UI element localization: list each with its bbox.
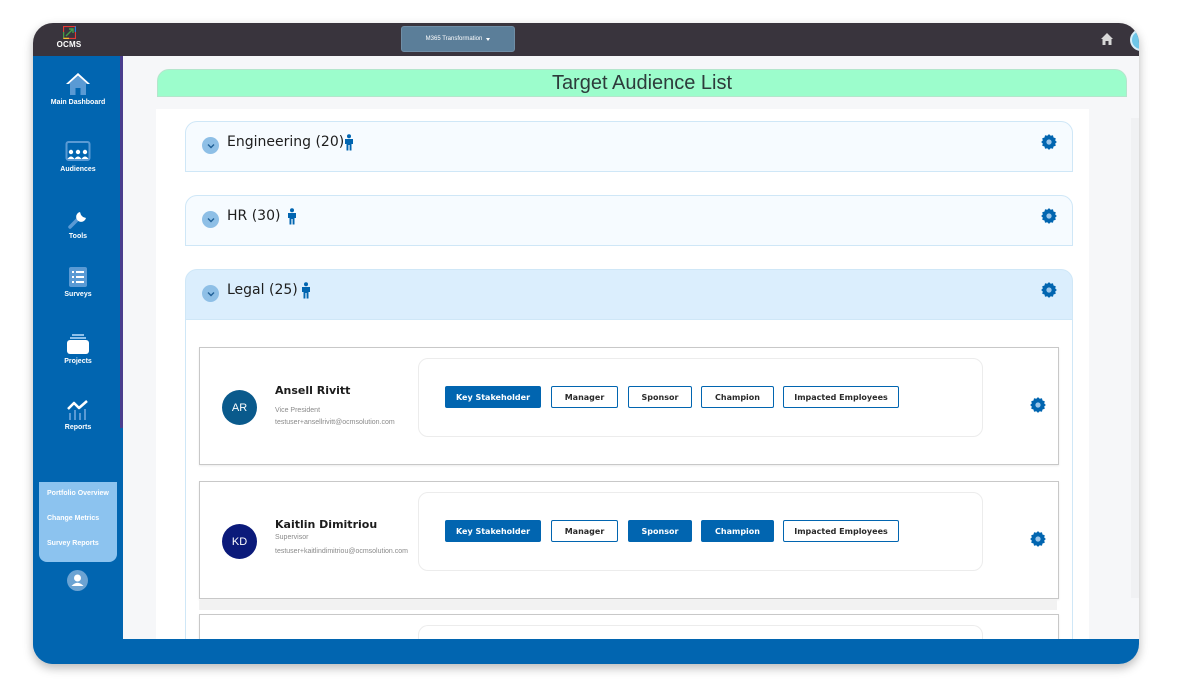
group-name: Engineering: [227, 134, 311, 150]
member-email: testuser+kaitlindimitriou@ocmsolution.co…: [275, 548, 408, 555]
member-card: KD Kaitlin Dimitriou Supervisor testuser…: [199, 481, 1059, 599]
member-role: Vice President: [275, 407, 321, 414]
tag-manager[interactable]: Manager: [551, 386, 618, 408]
logo-icon: [62, 26, 76, 39]
ocms-logo[interactable]: OCMS: [53, 26, 85, 54]
project-selector-label: M365 Transformation: [425, 36, 483, 42]
sidebar: Main Dashboard Audiences Tools Surveys P…: [33, 56, 123, 664]
member-card: AR Ansell Rivitt Vice President testuser…: [199, 347, 1059, 465]
home-icon: [66, 73, 90, 95]
gear-icon[interactable]: [1029, 530, 1047, 548]
member-name: Ansell Rivitt: [275, 384, 351, 397]
expand-toggle[interactable]: [202, 137, 219, 154]
group-count: (30): [251, 208, 281, 224]
sidebar-item-label: Tools: [68, 233, 88, 240]
tag-sponsor[interactable]: Sponsor: [628, 520, 692, 542]
member-avatar: AR: [222, 390, 257, 425]
sidebar-item-label: Main Dashboard: [50, 99, 106, 106]
audience-icon: [65, 141, 91, 161]
sidebar-item-projects[interactable]: Projects: [33, 333, 123, 365]
member-email: testuser+ansellrivitt@ocmsolution.com: [275, 419, 395, 426]
group-count: (25): [268, 282, 298, 298]
submenu-item-portfolio-overview[interactable]: Portfolio Overview: [47, 490, 109, 497]
project-selector[interactable]: M365 Transformation: [401, 26, 515, 52]
tag-impacted-employees[interactable]: Impacted Employees: [783, 386, 899, 408]
chart-icon: [67, 400, 88, 420]
audience-group-legal[interactable]: Legal (25): [185, 269, 1073, 320]
wrench-icon: [68, 212, 86, 229]
member-role: Supervisor: [275, 534, 309, 541]
tag-key-stakeholder[interactable]: Key Stakeholder: [445, 520, 541, 542]
tag-manager[interactable]: Manager: [551, 520, 618, 542]
page-title-bar: Target Audience List: [157, 69, 1127, 97]
caret-down-icon: [486, 37, 491, 41]
role-tags: Key Stakeholder Manager Sponsor Champion…: [418, 358, 983, 437]
sidebar-item-audiences[interactable]: Audiences: [33, 141, 123, 173]
reports-submenu: Portfolio Overview Change Metrics Survey…: [39, 482, 117, 562]
tag-sponsor[interactable]: Sponsor: [628, 386, 692, 408]
page-title: Target Audience List: [551, 72, 733, 94]
user-icon: [71, 574, 84, 586]
app-window: OCMS M365 Transformation Main Dashboard: [33, 23, 1139, 664]
expand-toggle[interactable]: [202, 285, 219, 302]
gear-icon[interactable]: [1029, 396, 1047, 414]
group-name: Legal: [227, 282, 265, 298]
sidebar-scrollbar[interactable]: [120, 56, 123, 428]
gear-icon[interactable]: [1040, 207, 1058, 225]
top-bar: OCMS M365 Transformation: [33, 23, 1139, 56]
audience-group-engineering[interactable]: Engineering (20): [185, 121, 1073, 172]
gear-icon[interactable]: [1040, 133, 1058, 151]
person-icon[interactable]: [300, 282, 312, 299]
user-avatar[interactable]: [1130, 29, 1139, 51]
logo-text: OCMS: [56, 40, 82, 49]
sidebar-item-label: Reports: [64, 424, 92, 431]
group-count: (20): [315, 134, 345, 150]
audience-group-hr[interactable]: HR (30): [185, 195, 1073, 246]
tag-key-stakeholder[interactable]: Key Stakeholder: [445, 386, 541, 408]
person-icon[interactable]: [286, 208, 298, 225]
home-icon[interactable]: [1099, 31, 1115, 47]
page-scrollbar[interactable]: [1131, 118, 1139, 598]
sidebar-item-label: Projects: [64, 358, 92, 365]
tag-impacted-employees[interactable]: Impacted Employees: [783, 520, 899, 542]
member-name: Kaitlin Dimitriou: [275, 518, 378, 531]
sidebar-item-reports[interactable]: Reports: [33, 399, 123, 431]
group-label: HR (30): [227, 208, 280, 224]
group-label: Legal (25): [227, 282, 298, 298]
survey-list-icon: [69, 267, 87, 287]
chevron-down-icon: [207, 143, 214, 148]
tag-champion[interactable]: Champion: [701, 386, 774, 408]
divider: [199, 600, 1057, 610]
chevron-down-icon: [207, 291, 214, 296]
expand-toggle[interactable]: [202, 211, 219, 228]
group-name: HR: [227, 208, 248, 224]
sidebar-item-main-dashboard[interactable]: Main Dashboard: [33, 72, 123, 106]
profile-button[interactable]: [67, 570, 88, 591]
sidebar-item-label: Surveys: [64, 291, 92, 298]
submenu-item-change-metrics[interactable]: Change Metrics: [47, 515, 99, 522]
sidebar-item-tools[interactable]: Tools: [33, 208, 123, 240]
chevron-down-icon: [207, 217, 214, 222]
person-icon[interactable]: [343, 134, 355, 151]
member-avatar: KD: [222, 524, 257, 559]
tag-champion[interactable]: Champion: [701, 520, 774, 542]
bottom-bar: [33, 639, 1139, 664]
sidebar-item-label: Audiences: [60, 166, 96, 173]
sidebar-item-surveys[interactable]: Surveys: [33, 266, 123, 298]
submenu-item-survey-reports[interactable]: Survey Reports: [47, 540, 99, 547]
group-label: Engineering (20): [227, 134, 344, 150]
role-tags: Key Stakeholder Manager Sponsor Champion…: [418, 492, 983, 571]
gear-icon[interactable]: [1040, 281, 1058, 299]
projects-icon: [67, 334, 89, 354]
